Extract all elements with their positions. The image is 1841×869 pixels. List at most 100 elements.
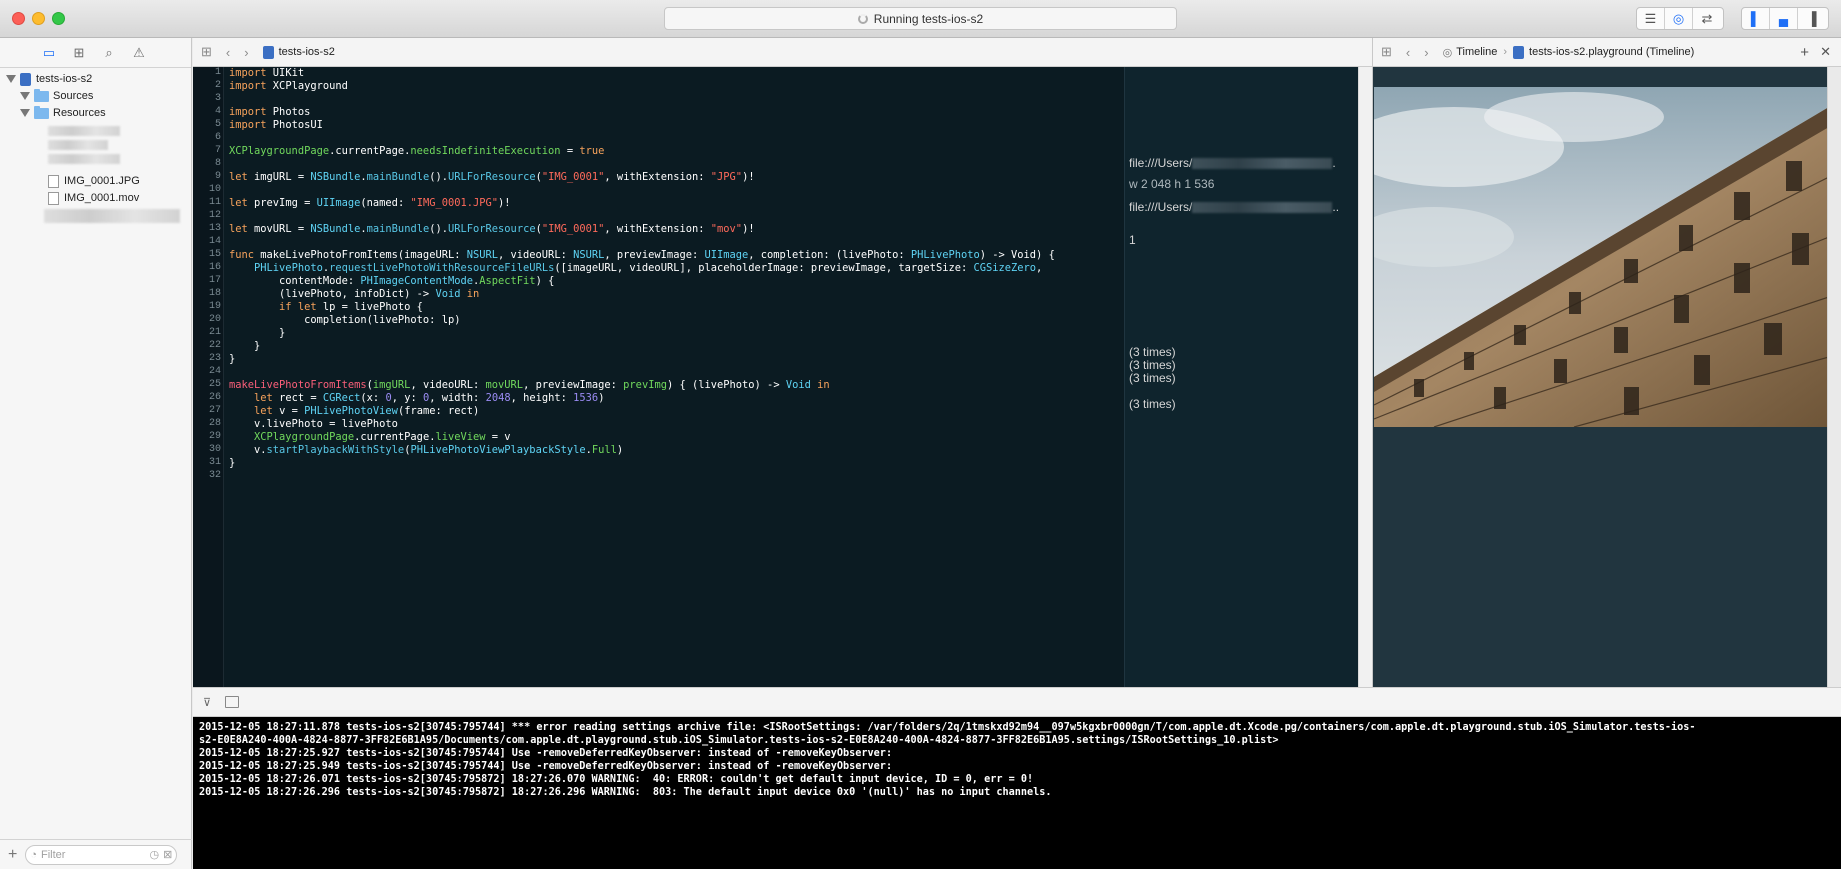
file-row[interactable]: IMG_0001.mov	[48, 189, 139, 207]
spinner-icon	[857, 13, 868, 24]
redacted-row	[48, 140, 108, 150]
line-number: 3	[214, 93, 221, 104]
results-sidebar: file:///Users/. w 2 048 h 1 536 file:///…	[1124, 67, 1358, 687]
result-value[interactable]: 1	[1129, 234, 1358, 247]
image-file-icon	[48, 174, 59, 188]
xcode-window: Running tests-ios-s2 ☰ ◎ ⇄ ▌ ▄ ▐ ▭ ⊞ ⌕ ⚠…	[0, 0, 1841, 869]
view-toggle-segment: ▌ ▄ ▐	[1741, 7, 1829, 30]
search-icon[interactable]: ⌕	[100, 44, 118, 62]
close-assistant-icon[interactable]: ✕	[1820, 44, 1831, 60]
line-number: 4	[214, 106, 221, 117]
resources-row[interactable]: Resources	[20, 104, 106, 122]
result-value[interactable]: file:///Users/..	[1129, 201, 1358, 214]
redacted-row	[44, 209, 180, 223]
related-items-icon[interactable]: ⊞	[201, 44, 212, 60]
result-text: (3 times)	[1129, 371, 1176, 385]
code-area[interactable]: import UIKit import XCPlayground import …	[229, 67, 1119, 687]
result-value[interactable]: (3 times)	[1129, 372, 1358, 385]
code-line: let rect = CGRect(x: 0, y: 0, width: 204…	[254, 392, 605, 404]
folder-icon[interactable]: ▭	[40, 44, 58, 62]
line-number: 15	[208, 249, 221, 260]
lines-icon: ☰	[1644, 10, 1657, 26]
editor-jump-bar: ⊞ ‹ › tests-ios-s2	[193, 38, 1372, 67]
source-editor[interactable]: 1 2 3 4 5 6 7 8 9 10 11 12 13 14 15 16 17 18 19 20 21 22 23 24 2…	[193, 67, 1358, 687]
add-icon[interactable]: +	[8, 846, 17, 864]
minimize-window-button[interactable]	[32, 12, 45, 25]
chevron-right-icon: ›	[1503, 46, 1508, 58]
line-number: 11	[208, 197, 221, 208]
result-text: 1	[1129, 233, 1136, 247]
hide-debug-area-icon[interactable]: ⊽	[203, 696, 211, 709]
result-text: (3 times)	[1129, 397, 1176, 411]
console-line: 2015-12-05 18:27:25.927 tests-ios-s2[307…	[199, 748, 893, 759]
filter-options-icon[interactable]: ⊠	[163, 848, 172, 861]
timeline-icon: ◎	[1442, 46, 1453, 59]
assistant-editor-button[interactable]: ◎	[1665, 8, 1693, 29]
result-text: w 2 048 h 1 536	[1129, 177, 1215, 191]
playground-icon	[1513, 45, 1525, 59]
disclosure-icon[interactable]	[20, 109, 30, 117]
line-number: 27	[208, 405, 221, 416]
project-row[interactable]: tests-ios-s2	[6, 70, 92, 88]
line-number: 22	[208, 340, 221, 351]
disclosure-icon[interactable]	[6, 75, 16, 83]
code-line: XCPlaygroundPage.currentPage.liveView = …	[254, 431, 511, 443]
file-label: IMG_0001.mov	[64, 192, 140, 204]
line-number: 32	[208, 470, 221, 481]
result-value[interactable]: file:///Users/.	[1129, 157, 1358, 170]
timeline-crumb[interactable]: Timeline	[1456, 46, 1497, 58]
result-value[interactable]: (3 times)	[1129, 398, 1358, 411]
line-number: 20	[208, 314, 221, 325]
code-line: v.startPlaybackWithStyle(PHLivePhotoView…	[229, 444, 624, 456]
forward-icon[interactable]: ›	[1424, 45, 1428, 60]
code-line: }	[229, 457, 236, 469]
result-text: file:///Users/	[1129, 156, 1193, 170]
forward-icon[interactable]: ›	[244, 45, 248, 60]
hierarchy-icon[interactable]: ⊞	[70, 44, 88, 62]
line-number: 25	[208, 379, 221, 390]
result-value[interactable]: w 2 048 h 1 536	[1129, 178, 1358, 191]
activity-viewer: Running tests-ios-s2	[664, 7, 1177, 30]
assistant-jump-bar: ⊞ ‹ › ◎ Timeline › tests-ios-s2.playgrou…	[1372, 38, 1841, 67]
redacted-row	[48, 126, 120, 136]
navigator-filter-bar: + ◔ Filter ◷ ⊠	[0, 839, 192, 869]
line-number: 29	[208, 431, 221, 442]
sources-row[interactable]: Sources	[20, 87, 93, 105]
standard-editor-button[interactable]: ☰	[1637, 8, 1665, 29]
warning-icon[interactable]: ⚠	[130, 44, 148, 62]
timeline-assistant	[1372, 67, 1841, 687]
building-photo	[1374, 87, 1829, 427]
back-icon[interactable]: ‹	[1406, 45, 1410, 60]
toggle-utilities-button[interactable]: ▐	[1798, 8, 1826, 29]
disclosure-icon[interactable]	[20, 92, 30, 100]
bottom-panel-icon: ▄	[1778, 11, 1789, 26]
line-number: 14	[208, 236, 221, 247]
code-line: let v = PHLivePhotoView(frame: rect)	[254, 405, 480, 417]
line-number: 19	[208, 301, 221, 312]
code-line: let prevImg = UIImage(named: "IMG_0001.J…	[229, 197, 511, 209]
line-number: 17	[208, 275, 221, 286]
file-row[interactable]: IMG_0001.JPG	[48, 172, 140, 190]
clock-icon[interactable]: ◷	[150, 848, 160, 861]
assistant-scrollbar[interactable]	[1827, 67, 1841, 687]
live-view-photo[interactable]	[1374, 87, 1829, 427]
toggle-navigator-button[interactable]: ▌	[1742, 8, 1770, 29]
filter-field[interactable]: ◔ Filter ◷ ⊠	[25, 844, 178, 865]
back-icon[interactable]: ‹	[226, 45, 230, 60]
console-line: s2-E0E8A240-400A-4824-8877-3FF82E6B1A95/…	[199, 735, 1279, 746]
related-items-icon[interactable]: ⊞	[1381, 44, 1392, 60]
code-line: import PhotosUI	[229, 119, 323, 131]
console-toggle-icon[interactable]	[225, 696, 240, 708]
version-editor-button[interactable]: ⇄	[1693, 8, 1721, 29]
zoom-window-button[interactable]	[52, 12, 65, 25]
add-assistant-icon[interactable]: +	[1800, 44, 1809, 61]
toggle-debug-area-button[interactable]: ▄	[1770, 8, 1798, 29]
line-number: 21	[208, 327, 221, 338]
close-window-button[interactable]	[12, 12, 25, 25]
editor-scrollbar[interactable]	[1358, 67, 1372, 687]
debug-console[interactable]: 2015-12-05 18:27:11.878 tests-ios-s2[307…	[193, 717, 1841, 869]
code-line: import Photos	[229, 106, 311, 118]
left-panel-icon: ▌	[1750, 11, 1761, 26]
breadcrumb[interactable]: tests-ios-s2	[279, 46, 335, 58]
assistant-file-crumb[interactable]: tests-ios-s2.playground (Timeline)	[1529, 46, 1694, 58]
